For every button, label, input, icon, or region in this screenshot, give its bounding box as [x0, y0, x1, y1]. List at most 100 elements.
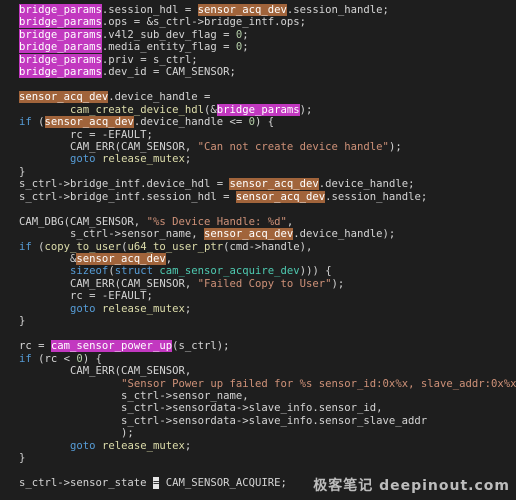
code-token: goto [70, 153, 96, 166]
code-token: "Can not create device handle" [197, 140, 389, 153]
code-line[interactable]: s_ctrl->sensor_name, sensor_acq_dev.devi… [19, 228, 395, 241]
code-token: if [19, 352, 32, 365]
code-line[interactable]: CAM_ERR(CAM_SENSOR, "Can not create devi… [19, 141, 402, 154]
code-token: bridge_params [19, 53, 102, 66]
code-line[interactable]: sizeof(struct cam_sensor_acquire_dev))) … [19, 265, 332, 278]
code-token: .dev_id = CAM_SENSOR; [101, 66, 236, 79]
code-line[interactable]: } [19, 315, 25, 328]
code-token: ) { [255, 116, 275, 129]
code-line[interactable]: bridge_params.ops = &s_ctrl->bridge_intf… [19, 16, 306, 29]
code-line[interactable]: bridge_params.priv = s_ctrl; [19, 53, 198, 67]
code-token: .session_hdl = [101, 4, 198, 16]
code-line[interactable]: bridge_params.session_hdl = sensor_acq_d… [19, 4, 389, 17]
code-line[interactable]: bridge_params.media_entity_flag = 0; [19, 41, 249, 54]
code-token: ); [299, 103, 313, 116]
code-line[interactable]: } [19, 452, 25, 465]
code-token: bridge_params [19, 41, 102, 54]
code-token: s_ctrl->bridge_intf.device_hdl = [19, 178, 230, 191]
code-token: sizeof [70, 265, 109, 278]
code-token: s_ctrl->sensor_name, [19, 228, 204, 241]
code-token: u64_to_user_ptr [127, 240, 224, 253]
code-token: & [19, 253, 77, 265]
code-token: bridge_params [19, 4, 102, 16]
code-token: CAM_ERR(CAM_SENSOR, [19, 140, 198, 153]
code-token: (& [203, 103, 217, 116]
code-token: cam_create_device_hdl [70, 103, 204, 116]
code-token: s_ctrl->sensordata->slave_info.sensor_sl… [19, 414, 428, 427]
code-line[interactable]: goto release_mutex; [19, 440, 191, 453]
code-token: } [19, 452, 26, 465]
code-token: ) { [82, 352, 102, 365]
code-token: sensor_acq_dev [235, 190, 326, 203]
code-token: sensor_acq_dev [76, 253, 166, 265]
code-token: ( [31, 240, 45, 253]
code-token: bridge_params [19, 28, 102, 41]
code-line[interactable]: cam_create_device_hdl(&bridge_params); [19, 103, 313, 117]
code-token: bridge_params [19, 66, 102, 79]
code-token: .device_handle; [318, 178, 415, 191]
code-token: ( [31, 116, 45, 129]
code-token: rc = -EFAULT; [19, 128, 153, 141]
code-line[interactable]: s_ctrl->bridge_intf.device_hdl = sensor_… [19, 178, 414, 191]
code-token: ); [19, 427, 134, 440]
code-line[interactable]: rc = -EFAULT; [19, 129, 153, 142]
code-token: cam_sensor_power_up [50, 340, 173, 353]
code-token: ; [184, 153, 192, 166]
code-token: bridge_params [216, 103, 300, 116]
code-line[interactable]: goto release_mutex; [19, 303, 191, 316]
code-token: s_ctrl->sensor_name, [19, 389, 249, 402]
code-token: CAM_ERR(CAM_SENSOR, [19, 277, 198, 290]
code-token: , [286, 215, 294, 228]
code-line[interactable]: rc = cam_sensor_power_up(s_ctrl); [19, 340, 229, 353]
code-token: cam_sensor_acquire_dev [159, 265, 300, 278]
code-line[interactable]: s_ctrl->sensordata->slave_info.sensor_id… [19, 402, 383, 415]
code-line[interactable]: CAM_ERR(CAM_SENSOR, "Failed Copy to User… [19, 278, 344, 291]
code-line[interactable]: goto release_mutex; [19, 153, 191, 166]
code-editor[interactable]: bridge_params.session_hdl = sensor_acq_d… [0, 0, 516, 500]
code-line[interactable]: s_ctrl->sensordata->slave_info.sensor_sl… [19, 415, 427, 428]
code-token: .device_handle); [293, 228, 396, 241]
code-token: sensor_acq_dev [229, 178, 319, 191]
code-line[interactable]: } [19, 166, 25, 179]
code-line[interactable]: ); [19, 427, 134, 440]
code-token: sensor_acq_dev [44, 116, 134, 129]
code-token: sensor_acq_dev [19, 91, 109, 104]
code-token: release_mutex [101, 302, 185, 315]
code-line[interactable]: bridge_params.v4l2_sub_dev_flag = 0; [19, 28, 249, 42]
code-line[interactable]: if (sensor_acq_dev.device_handle <= 0) { [19, 116, 274, 129]
code-line[interactable]: CAM_ERR(CAM_SENSOR, [19, 365, 191, 378]
code-line[interactable]: CAM_DBG(CAM_SENSOR, "%s Device Handle: %… [19, 216, 293, 229]
code-token: .session_handle; [286, 4, 389, 16]
code-line[interactable]: if (copy_to_user(u64_to_user_ptr(cmd->ha… [19, 241, 312, 254]
code-line[interactable]: "Sensor Power up failed for %s sensor_id… [19, 378, 516, 391]
watermark: 极客笔记 deepinout.com [313, 478, 510, 494]
code-line[interactable]: if (rc < 0) { [19, 353, 102, 366]
code-token: bridge_params [19, 16, 102, 29]
code-token: .ops = &s_ctrl->bridge_intf.ops; [101, 16, 307, 29]
code-token: ; [184, 439, 192, 452]
code-token: copy_to_user [44, 240, 122, 253]
code-token: if [19, 240, 32, 253]
code-token: release_mutex [101, 153, 185, 166]
code-token: ; [242, 28, 249, 41]
code-token: .v4l2_sub_dev_flag = [101, 28, 236, 41]
code-line[interactable]: rc = -EFAULT; [19, 290, 153, 303]
code-token: goto [70, 439, 96, 452]
code-token: "Failed Copy to User" [197, 277, 332, 290]
code-line[interactable]: s_ctrl->sensor_state = CAM_SENSOR_ACQUIR… [19, 477, 287, 490]
code-line[interactable]: sensor_acq_dev.device_handle = [19, 91, 210, 104]
code-token: , [165, 253, 173, 265]
code-token: ; [184, 302, 192, 315]
code-line[interactable]: s_ctrl->sensor_name, [19, 390, 249, 403]
code-token: sensor_acq_dev [203, 228, 294, 241]
code-line[interactable]: &sensor_acq_dev, [19, 253, 172, 266]
code-line[interactable]: bridge_params.dev_id = CAM_SENSOR; [19, 66, 236, 79]
code-line[interactable]: s_ctrl->bridge_intf.session_hdl = sensor… [19, 190, 427, 204]
code-token: if [19, 116, 32, 129]
code-token: .device_handle = [108, 91, 211, 104]
